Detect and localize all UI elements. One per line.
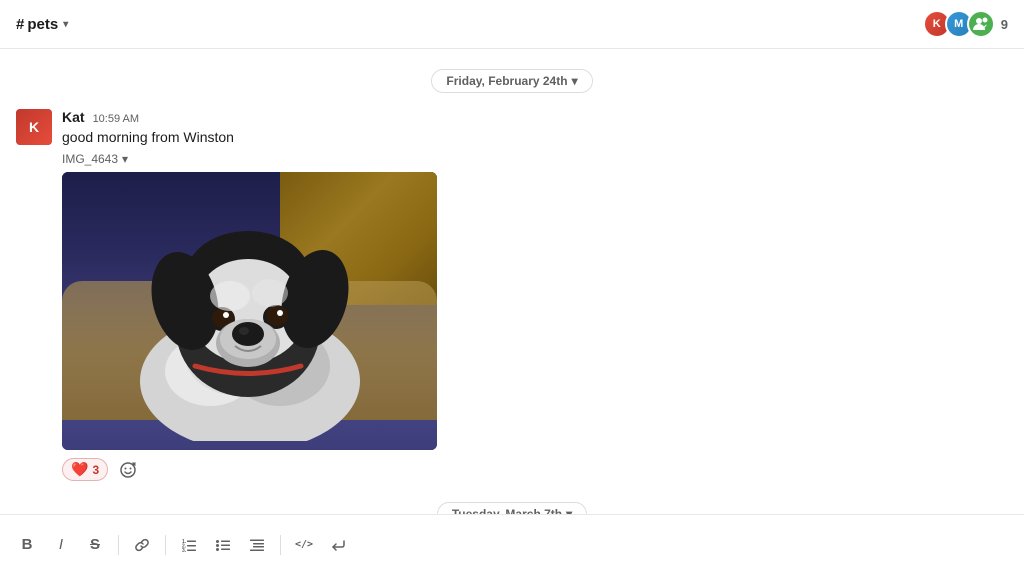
friday-date-text: Friday, February 24th [446, 74, 567, 88]
tuesday-date-pill[interactable]: Tuesday, March 7th ▾ [437, 502, 587, 514]
toolbar-divider-1 [118, 535, 119, 555]
more-button[interactable] [323, 530, 353, 560]
avatar-3 [967, 10, 995, 38]
member-avatars[interactable]: K M 9 [923, 10, 1008, 38]
heart-count: 3 [92, 463, 99, 477]
attachment-filename: IMG_4643 [62, 152, 118, 166]
message-author: Kat [62, 109, 85, 125]
reactions-bar: ❤️ 3 [62, 458, 1008, 482]
attachment-label[interactable]: IMG_4643 ▾ [62, 152, 1008, 166]
kat-avatar-inner: K [16, 109, 52, 145]
strikethrough-button[interactable]: S [80, 530, 110, 560]
indent-button[interactable] [242, 530, 272, 560]
message-image[interactable] [62, 172, 437, 450]
toolbar-divider-3 [280, 535, 281, 555]
heart-reaction[interactable]: ❤️ 3 [62, 458, 108, 481]
dog-svg [80, 181, 420, 441]
kat-avatar: K [16, 109, 52, 145]
attachment-chevron-icon: ▾ [122, 152, 128, 166]
link-icon [134, 537, 150, 553]
friday-date-chevron: ▾ [572, 74, 578, 88]
tuesday-date-chevron: ▾ [566, 507, 572, 514]
indent-icon [249, 537, 265, 553]
channel-title-area: # pets ▾ [16, 16, 68, 33]
unordered-list-button[interactable] [208, 530, 238, 560]
message-toolbar: B I S 1. 2. 3. [0, 514, 1024, 574]
date-divider-tuesday[interactable]: Tuesday, March 7th ▾ [0, 502, 1024, 514]
return-icon [330, 537, 346, 553]
code-button[interactable]: </> [289, 530, 319, 560]
ordered-list-icon: 1. 2. 3. [181, 537, 197, 553]
channel-header: # pets ▾ K M 9 [0, 0, 1024, 49]
add-reaction-icon [120, 462, 136, 478]
toolbar-divider-2 [165, 535, 166, 555]
message-meta-kat: Kat 10:59 AM [62, 109, 1008, 125]
message-text: good morning from Winston [62, 127, 1008, 148]
header-right-area: K M 9 [923, 10, 1008, 38]
ordered-list-button[interactable]: 1. 2. 3. [174, 530, 204, 560]
channel-name[interactable]: # pets ▾ [16, 16, 68, 33]
member-count[interactable]: 9 [1001, 17, 1008, 32]
tuesday-date-text: Tuesday, March 7th [452, 507, 562, 514]
add-reaction-button[interactable] [114, 458, 142, 482]
heart-emoji: ❤️ [71, 461, 88, 478]
dog-svg-wrapper [62, 172, 437, 450]
svg-text:3.: 3. [182, 548, 187, 553]
avatar-stack: K M [923, 10, 995, 38]
unordered-list-icon [215, 537, 231, 553]
dog-photo [62, 172, 437, 450]
channel-chevron-icon: ▾ [63, 19, 68, 30]
italic-button[interactable]: I [46, 530, 76, 560]
friday-date-pill[interactable]: Friday, February 24th ▾ [431, 69, 592, 93]
message-body-kat: Kat 10:59 AM good morning from Winston I… [62, 109, 1008, 482]
message-list: Friday, February 24th ▾ K Kat 10:59 AM g… [0, 49, 1024, 514]
hash-icon: # [16, 16, 24, 33]
date-divider-friday[interactable]: Friday, February 24th ▾ [0, 69, 1024, 93]
bold-button[interactable]: B [12, 530, 42, 560]
message-time: 10:59 AM [93, 113, 139, 125]
channel-name-text: pets [27, 16, 58, 33]
link-button[interactable] [127, 530, 157, 560]
message-group-kat: K Kat 10:59 AM good morning from Winston… [0, 105, 1024, 490]
